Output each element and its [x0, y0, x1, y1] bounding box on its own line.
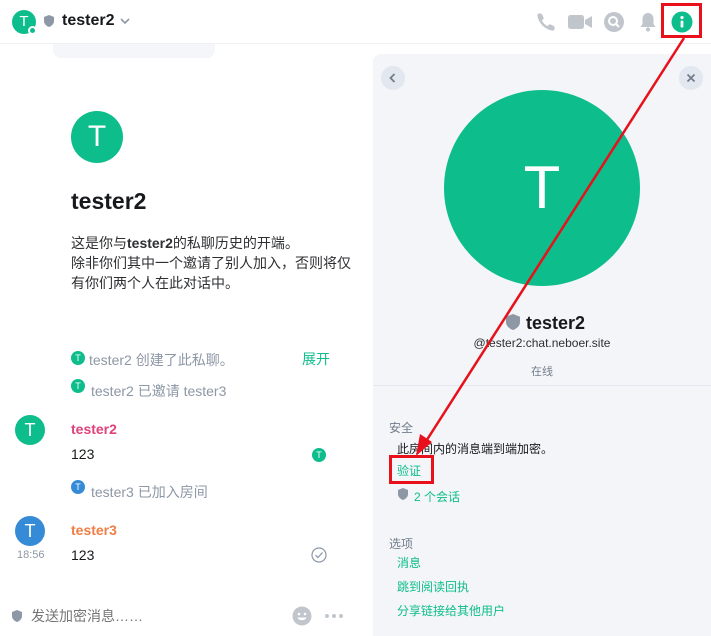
option-message[interactable]: 消息: [397, 554, 421, 571]
intro-line2: 除非你们其中一个邀请了别人加入，否则将仅有你们两个人在此对话中。: [71, 255, 351, 291]
profile-display-name: tester2: [526, 313, 586, 333]
security-section-title: 安全: [389, 421, 414, 435]
profile-user-id: @tester2:chat.neboer.site: [473, 336, 611, 350]
message-sender[interactable]: tester2: [71, 421, 117, 437]
event-avatar[interactable]: T: [71, 379, 85, 393]
event-invited: tester2 已邀请 tester3: [91, 383, 227, 399]
shield-icon: [506, 314, 520, 330]
shield-icon: [12, 610, 22, 622]
intro-description: 这是你与tester2的私聊历史的开端。 除非你们其中一个邀请了别人加入，否则将…: [71, 233, 361, 293]
options-section-title: 选项: [389, 537, 414, 551]
presence-indicator: [28, 26, 37, 35]
voice-call-icon[interactable]: [534, 10, 558, 34]
timeline-top-card: [53, 44, 215, 58]
message-avatar[interactable]: T: [15, 415, 45, 445]
option-share-link[interactable]: 分享链接给其他用户: [397, 602, 505, 619]
profile-avatar[interactable]: T: [444, 90, 640, 286]
message-avatar[interactable]: T: [15, 516, 45, 546]
emoji-icon[interactable]: [292, 606, 312, 626]
search-icon[interactable]: [602, 10, 626, 34]
message-sender[interactable]: tester3: [71, 522, 117, 538]
more-options-icon[interactable]: [324, 610, 344, 622]
event-avatar[interactable]: T: [71, 351, 85, 365]
event-avatar[interactable]: T: [71, 480, 85, 494]
room-name[interactable]: tester2: [62, 12, 114, 30]
shield-icon: [44, 15, 54, 27]
back-button[interactable]: [381, 66, 405, 90]
app-window: T tester2 T tester2 这是你与tester2的私聊历史的开端。…: [0, 0, 711, 636]
intro-title: tester2: [71, 188, 147, 214]
chevron-down-icon[interactable]: [119, 15, 131, 27]
expand-events-link[interactable]: 展开: [302, 349, 330, 369]
intro-line1-name: tester2: [127, 235, 173, 251]
close-button[interactable]: [679, 66, 703, 90]
profile-presence: 在线: [531, 366, 553, 378]
shield-icon: [398, 488, 408, 500]
event-created: tester2 创建了此私聊。: [89, 352, 234, 368]
message-timestamp[interactable]: 18:56: [17, 549, 45, 561]
annotation-highlight-info: [661, 3, 702, 38]
intro-line1-prefix: 这是你与: [71, 235, 127, 251]
annotation-highlight-verify: [389, 455, 434, 484]
option-jump-to-read-receipt[interactable]: 跳到阅读回执: [397, 578, 469, 595]
video-call-icon[interactable]: [567, 10, 593, 34]
notifications-bell-icon[interactable]: [636, 10, 660, 34]
sessions-link[interactable]: 2 个会话: [414, 488, 460, 505]
read-receipt-avatar[interactable]: T: [312, 448, 326, 462]
intro-avatar[interactable]: T: [71, 111, 123, 163]
panel-divider: [373, 385, 711, 386]
intro-line1-suffix: 的私聊历史的开端。: [172, 235, 299, 251]
message-body: 123: [71, 547, 95, 563]
sent-check-icon: [311, 547, 327, 563]
message-composer-input[interactable]: [31, 608, 231, 624]
message-body: 123: [71, 446, 95, 462]
room-header: T tester2: [0, 0, 711, 44]
event-joined: tester3 已加入房间: [91, 484, 208, 500]
